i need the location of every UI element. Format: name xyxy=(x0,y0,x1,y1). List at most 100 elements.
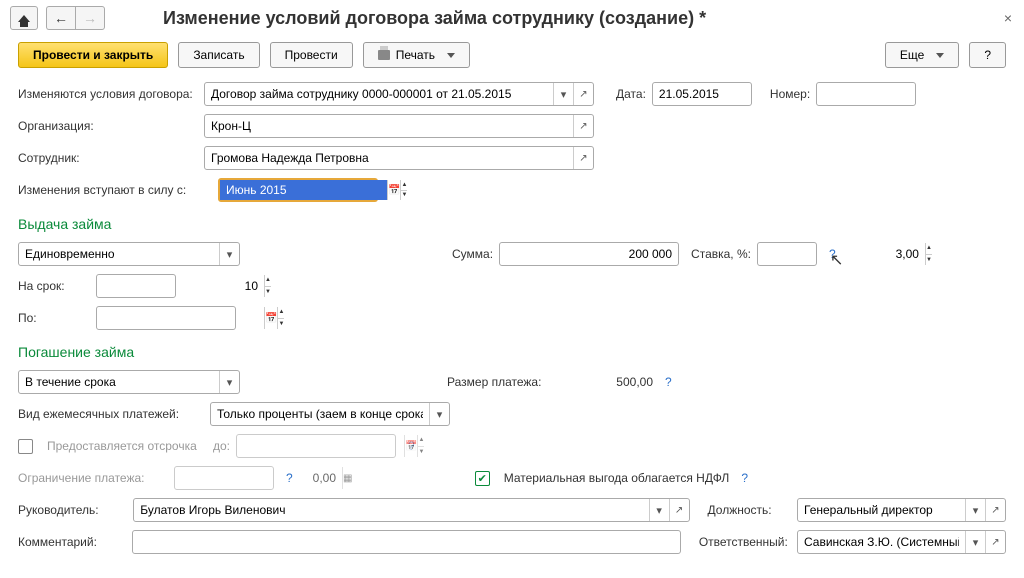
employee-input-group[interactable] xyxy=(204,146,594,170)
responsible-dropdown[interactable]: ▾ xyxy=(965,531,985,553)
term-group[interactable]: ▲▼ xyxy=(96,274,176,298)
deferral-until-input xyxy=(237,435,404,457)
repayment-title: Погашение займа xyxy=(18,344,1006,360)
term-spinner[interactable]: ▲▼ xyxy=(264,275,271,297)
back-button[interactable]: ← xyxy=(46,6,75,30)
number-input-group[interactable] xyxy=(816,82,916,106)
repayment-mode-input[interactable] xyxy=(19,371,219,393)
responsible-label: Ответственный: xyxy=(699,535,791,549)
effective-label: Изменения вступают в силу с: xyxy=(18,183,212,197)
limit-calc xyxy=(342,467,352,489)
position-label: Должность: xyxy=(708,503,791,517)
manager-dropdown[interactable]: ▾ xyxy=(649,499,669,521)
ndfl-help[interactable]: ? xyxy=(741,471,748,485)
page-title: Изменение условий договора займа сотрудн… xyxy=(163,8,706,29)
org-open[interactable] xyxy=(573,115,593,137)
org-input-group[interactable] xyxy=(204,114,594,138)
printer-icon xyxy=(378,50,390,60)
responsible-input[interactable] xyxy=(798,531,965,553)
deferral-until-picker xyxy=(404,435,417,457)
arrow-right-icon: → xyxy=(83,10,97,26)
limit-group xyxy=(174,466,274,490)
comment-group[interactable] xyxy=(132,530,681,554)
payment-size-value: 500,00 xyxy=(573,375,653,389)
conditions-input[interactable] xyxy=(205,83,553,105)
number-input[interactable] xyxy=(817,83,984,105)
post-button[interactable]: Провести xyxy=(270,42,353,68)
effective-input[interactable] xyxy=(220,180,387,200)
deferral-until-spinner: ▲▼ xyxy=(417,435,424,457)
responsible-group[interactable]: ▾ xyxy=(797,530,1006,554)
deferral-checkbox[interactable] xyxy=(18,439,33,454)
forward-button: → xyxy=(75,6,105,30)
ndfl-checkbox[interactable]: ✔ xyxy=(475,471,490,486)
until-spinner[interactable]: ▲▼ xyxy=(277,307,284,329)
comment-input[interactable] xyxy=(133,531,680,553)
until-picker[interactable] xyxy=(264,307,277,329)
date-input-group[interactable] xyxy=(652,82,752,106)
rate-label: Ставка, %: xyxy=(691,247,751,261)
limit-input xyxy=(175,467,342,489)
repayment-mode-dropdown[interactable]: ▾ xyxy=(219,371,239,393)
employee-input[interactable] xyxy=(205,147,573,169)
term-label: На срок: xyxy=(18,279,90,293)
help-button[interactable]: ? xyxy=(969,42,1006,68)
employee-open[interactable] xyxy=(573,147,593,169)
date-label: Дата: xyxy=(616,87,646,101)
home-icon xyxy=(18,15,30,22)
monthly-type-group[interactable]: ▾ xyxy=(210,402,450,426)
arrow-left-icon: ← xyxy=(54,10,68,26)
issuance-title: Выдача займа xyxy=(18,216,1006,232)
conditions-label: Изменяются условия договора: xyxy=(18,87,198,101)
position-group[interactable]: ▾ xyxy=(797,498,1006,522)
issuance-mode-group[interactable]: ▾ xyxy=(18,242,240,266)
post-and-close-button[interactable]: Провести и закрыть xyxy=(18,42,168,68)
deferral-label: Предоставляется отсрочка xyxy=(47,439,207,453)
ndfl-label: Материальная выгода облагается НДФЛ xyxy=(504,471,730,485)
issuance-mode-input[interactable] xyxy=(19,243,219,265)
responsible-open[interactable] xyxy=(985,531,1005,553)
org-input[interactable] xyxy=(205,115,573,137)
home-button[interactable] xyxy=(10,6,38,30)
issuance-mode-dropdown[interactable]: ▾ xyxy=(219,243,239,265)
amount-label: Сумма: xyxy=(452,247,493,261)
comment-label: Комментарий: xyxy=(18,535,126,549)
conditions-open[interactable] xyxy=(573,83,593,105)
employee-label: Сотрудник: xyxy=(18,151,198,165)
amount-group[interactable] xyxy=(499,242,679,266)
write-button[interactable]: Записать xyxy=(178,42,259,68)
conditions-dropdown[interactable]: ▾ xyxy=(553,83,573,105)
until-label: По: xyxy=(18,311,90,325)
payment-size-help[interactable]: ? xyxy=(665,375,672,389)
effective-input-group[interactable]: ▲▼ xyxy=(218,178,378,202)
manager-group[interactable]: ▾ xyxy=(133,498,689,522)
cursor-icon: ↖ xyxy=(830,250,843,270)
deferral-until-label: до: xyxy=(213,439,230,453)
repayment-mode-group[interactable]: ▾ xyxy=(18,370,240,394)
until-input[interactable] xyxy=(97,307,264,329)
conditions-input-group[interactable]: ▾ xyxy=(204,82,594,106)
deferral-until-group: ▲▼ xyxy=(236,434,396,458)
position-input[interactable] xyxy=(798,499,965,521)
number-label: Номер: xyxy=(770,87,810,101)
monthly-type-label: Вид ежемесячных платежей: xyxy=(18,407,204,421)
effective-spinner[interactable]: ▲▼ xyxy=(400,180,407,200)
monthly-type-dropdown[interactable]: ▾ xyxy=(429,403,449,425)
effective-picker[interactable] xyxy=(387,180,400,200)
manager-input[interactable] xyxy=(134,499,648,521)
manager-open[interactable] xyxy=(669,499,689,521)
until-group[interactable]: ▲▼ xyxy=(96,306,236,330)
payment-size-label: Размер платежа: xyxy=(447,375,567,389)
rate-spinner[interactable]: ▲▼ xyxy=(925,243,932,265)
close-button[interactable]: × xyxy=(1004,10,1012,26)
print-button[interactable]: Печать xyxy=(363,42,470,68)
amount-input[interactable] xyxy=(500,243,678,265)
print-label: Печать xyxy=(396,48,435,62)
position-open[interactable] xyxy=(985,499,1005,521)
rate-group[interactable]: ▲▼ xyxy=(757,242,817,266)
more-button[interactable]: Еще xyxy=(885,42,959,68)
position-dropdown[interactable]: ▾ xyxy=(965,499,985,521)
term-input[interactable] xyxy=(97,275,264,297)
monthly-type-input[interactable] xyxy=(211,403,429,425)
limit-label: Ограничение платежа: xyxy=(18,471,168,485)
